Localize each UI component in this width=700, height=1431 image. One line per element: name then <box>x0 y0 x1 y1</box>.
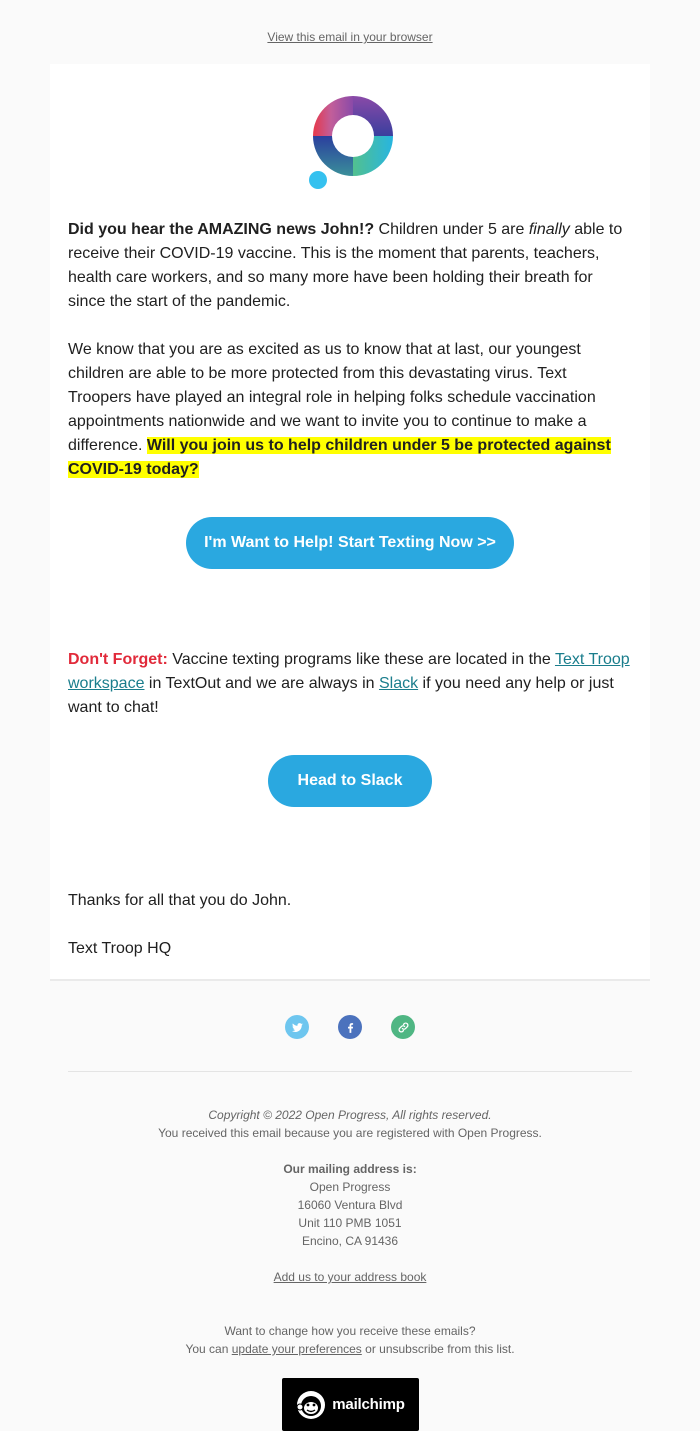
reminder-paragraph: Don't Forget: Vaccine texting programs l… <box>68 648 632 720</box>
secondary-cta-row: Head to Slack >> <box>68 720 632 842</box>
invite-highlight: Will you join us to help children under … <box>68 437 611 478</box>
invite-paragraph: We know that you are as excited as us to… <box>68 338 632 482</box>
facebook-icon <box>347 1022 353 1033</box>
primary-cta-row: I'm Want to Help! Start Texting Now >> <box>68 482 632 604</box>
open-progress-logo-icon <box>309 96 393 189</box>
logo-area <box>68 64 632 218</box>
address-line: 16060 Ventura Blvd <box>297 1198 403 1212</box>
intro-lead: Did you hear the AMAZING news John!? <box>68 221 375 238</box>
address-line: Unit 110 PMB 1051 <box>298 1216 402 1230</box>
intro-italic: finally <box>528 221 570 238</box>
head-to-slack-button[interactable]: Head to Slack >> <box>268 755 432 841</box>
address-line: Encino, CA 91436 <box>301 1234 399 1248</box>
website-link[interactable] <box>391 1015 415 1039</box>
social-links <box>0 981 700 1071</box>
mailchimp-freddie-icon <box>296 1390 326 1419</box>
add-to-address-book-link[interactable]: Add us to your address book <box>274 1270 427 1284</box>
start-texting-button[interactable]: I'm Want to Help! Start Texting Now >> <box>186 517 514 569</box>
reminder-text-a: Vaccine texting programs like these are … <box>167 651 555 668</box>
address-line: Open Progress <box>309 1180 391 1194</box>
twitter-link[interactable] <box>285 1015 309 1039</box>
link-icon <box>398 1022 408 1032</box>
preheader: View this email in your browser <box>0 0 700 64</box>
mailing-address-heading: Our mailing address is: <box>283 1162 417 1176</box>
mailchimp-badge[interactable]: mailchimp <box>281 1378 419 1431</box>
preferences-line: You can update your preferences or unsub… <box>0 1340 700 1358</box>
copyright-text: Copyright © 2022 Open Progress, All righ… <box>208 1108 492 1122</box>
reminder-text-b: in TextOut and we are always in <box>144 675 379 692</box>
view-in-browser-link[interactable]: View this email in your browser <box>267 30 432 44</box>
slack-link[interactable]: Slack <box>379 675 418 692</box>
unsubscribe-text: or unsubscribe from this list. <box>361 1342 515 1356</box>
email-card: Did you hear the AMAZING news John!? Chi… <box>50 64 650 981</box>
dont-forget-label: Don't Forget: <box>68 651 168 668</box>
facebook-link[interactable] <box>338 1015 362 1039</box>
thanks-text: Thanks for all that you do John. <box>68 892 292 909</box>
mailchimp-wordmark: mailchimp <box>332 1395 405 1413</box>
intro-text-a: Children under 5 are <box>374 221 529 238</box>
change-prompt-text: Want to change how you receive these ema… <box>224 1324 476 1338</box>
update-preferences-link[interactable]: update your preferences <box>232 1342 362 1356</box>
reason-text: You received this email because you are … <box>158 1126 542 1140</box>
signature-text: Text Troop HQ <box>68 940 172 957</box>
intro-paragraph: Did you hear the AMAZING news John!? Chi… <box>68 218 632 314</box>
footer: Copyright © 2022 Open Progress, All righ… <box>0 1072 700 1431</box>
you-can-text: You can <box>185 1342 232 1356</box>
twitter-icon <box>291 1022 303 1032</box>
